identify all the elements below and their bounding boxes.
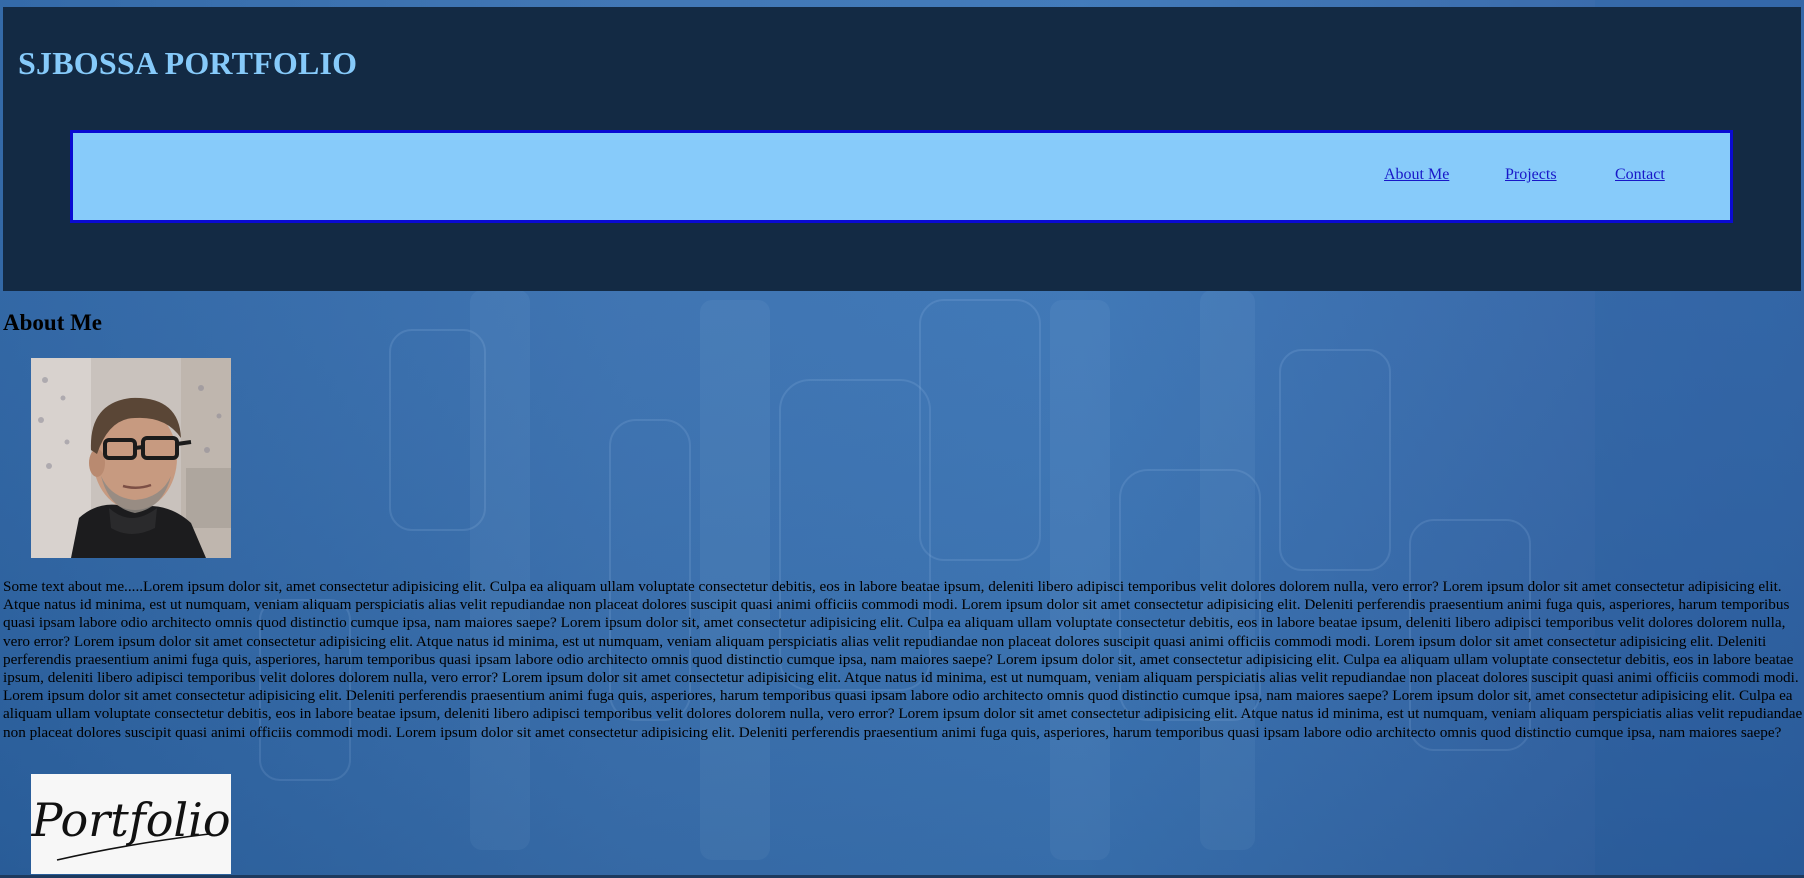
logo-text: Portfolio (31, 793, 231, 847)
site-header: SJBOSSA PORTFOLIO About Me Projects Cont… (3, 7, 1801, 291)
portfolio-logo: Portfolio (31, 774, 231, 874)
about-text: Some text about me.....Lorem ipsum dolor… (3, 578, 1803, 741)
site-title: SJBOSSA PORTFOLIO (18, 45, 358, 81)
about-heading: About Me (3, 310, 103, 335)
profile-photo (31, 358, 231, 558)
nav-link-about[interactable]: About Me (1384, 166, 1449, 184)
navbar: About Me Projects Contact (70, 130, 1733, 223)
nav-link-projects[interactable]: Projects (1505, 166, 1557, 184)
nav-link-contact[interactable]: Contact (1615, 166, 1665, 184)
